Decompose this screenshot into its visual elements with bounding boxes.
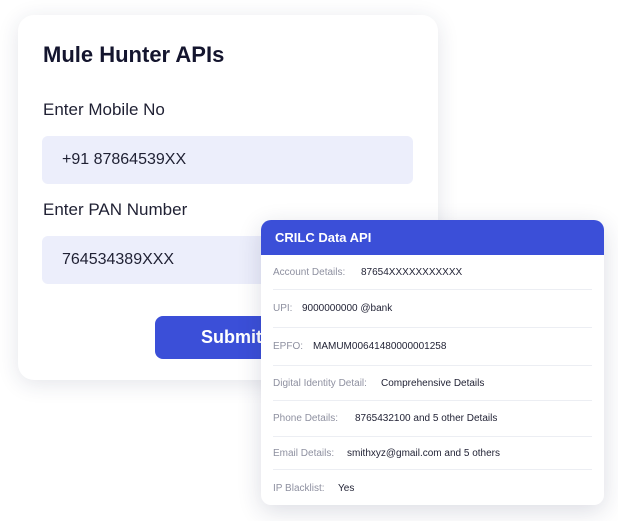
detail-value: 87654XXXXXXXXXXX xyxy=(361,266,463,278)
detail-value: MAMUM00641480000001258 xyxy=(313,341,447,352)
detail-key: Digital Identity Detail: xyxy=(273,377,367,389)
detail-value: Yes xyxy=(338,482,355,494)
detail-value: Comprehensive Details xyxy=(381,377,485,389)
detail-row-digital-identity: Digital Identity Detail: Comprehensive D… xyxy=(273,366,592,401)
mobile-input[interactable] xyxy=(42,136,413,184)
detail-value: 9000000000 @bank xyxy=(302,303,393,314)
pan-label: Enter PAN Number xyxy=(43,200,188,219)
detail-key: Phone Details: xyxy=(273,413,339,424)
detail-row-account: Account Details: 87654XXXXXXXXXXX xyxy=(273,255,592,290)
detail-value: smithxyz@gmail.com and 5 others xyxy=(347,447,500,459)
detail-key: Email Details: xyxy=(273,447,335,459)
detail-row-phone: Phone Details: 8765432100 and 5 other De… xyxy=(273,401,592,437)
api-detail-list: Account Details: 87654XXXXXXXXXXX UPI: 9… xyxy=(261,255,604,505)
detail-key: EPFO: xyxy=(273,341,304,352)
detail-key: IP Blacklist: xyxy=(273,482,325,494)
mobile-label: Enter Mobile No xyxy=(43,100,165,119)
form-title: Mule Hunter APIs xyxy=(43,42,225,67)
detail-value: 8765432100 and 5 other Details xyxy=(355,413,498,424)
detail-key: Account Details: xyxy=(273,266,346,278)
crilc-data-api-card: CRILC Data API Account Details: 87654XXX… xyxy=(261,220,604,505)
detail-row-upi: UPI: 9000000000 @bank xyxy=(273,290,592,328)
detail-row-epfo: EPFO: MAMUM00641480000001258 xyxy=(273,328,592,366)
detail-key: UPI: xyxy=(273,303,293,314)
detail-row-email: Email Details: smithxyz@gmail.com and 5 … xyxy=(273,437,592,470)
detail-row-ip-blacklist: IP Blacklist: Yes xyxy=(273,470,592,505)
api-card-header: CRILC Data API xyxy=(261,220,604,255)
